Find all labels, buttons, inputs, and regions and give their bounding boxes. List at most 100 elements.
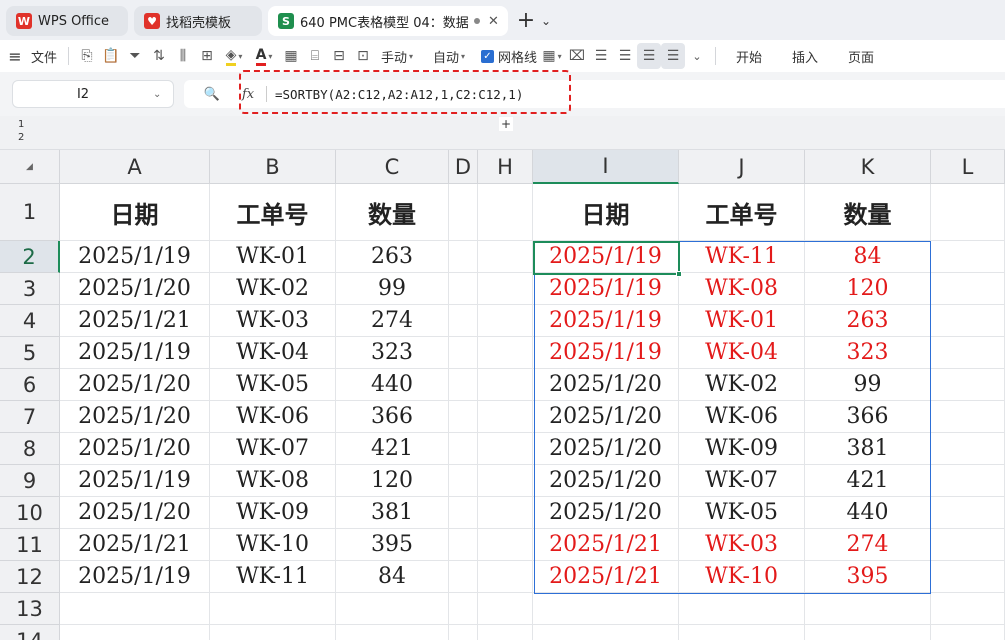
cell-b12[interactable]: WK-11 — [210, 561, 336, 593]
row-header-2[interactable]: 2 — [0, 241, 60, 273]
cell-c6[interactable]: 440 — [336, 369, 449, 401]
row-header-3[interactable]: 3 — [0, 273, 60, 305]
row-header-4[interactable]: 4 — [0, 305, 60, 337]
auto-calc-dropdown[interactable]: 自动 ▾ — [425, 43, 473, 69]
cell-j11[interactable]: WK-03 — [679, 529, 805, 561]
cell-k7[interactable]: 366 — [805, 401, 931, 433]
cell-k11[interactable]: 274 — [805, 529, 931, 561]
cell-d8[interactable] — [449, 433, 478, 465]
table-style-button[interactable]: ▦ ▾ — [539, 43, 565, 69]
align-center-icon[interactable]: ☰ — [637, 43, 661, 69]
row-header-11[interactable]: 11 — [0, 529, 60, 561]
freeze-panes-icon[interactable]: ▦ — [279, 43, 303, 69]
cell-b9[interactable]: WK-08 — [210, 465, 336, 497]
cell-j14[interactable] — [679, 625, 805, 640]
row-header-8[interactable]: 8 — [0, 433, 60, 465]
cell-k12[interactable]: 395 — [805, 561, 931, 593]
cell-j12[interactable]: WK-10 — [679, 561, 805, 593]
cell-l6[interactable] — [931, 369, 1005, 401]
cell-c12[interactable]: 84 — [336, 561, 449, 593]
align-right-icon[interactable]: ☰ — [613, 43, 637, 69]
ribbon-tab-start[interactable]: 开始 — [726, 43, 772, 69]
cell-d2[interactable] — [449, 241, 478, 273]
cell-h11[interactable] — [478, 529, 533, 561]
cell-i2[interactable]: 2025/1/19 — [533, 241, 679, 273]
row-header-12[interactable]: 12 — [0, 561, 60, 593]
column-header-k[interactable]: K — [805, 150, 931, 184]
filter-icon[interactable]: ⏷ — [123, 43, 147, 69]
cell-k8[interactable]: 381 — [805, 433, 931, 465]
row-header-6[interactable]: 6 — [0, 369, 60, 401]
cell-i1[interactable]: 日期 — [533, 184, 679, 241]
cell-l4[interactable] — [931, 305, 1005, 337]
cell-h4[interactable] — [478, 305, 533, 337]
cell-h2[interactable] — [478, 241, 533, 273]
ribbon-tab-page[interactable]: 页面 — [838, 43, 884, 69]
cell-h14[interactable] — [478, 625, 533, 640]
column-header-i[interactable]: I — [533, 150, 679, 184]
cell-l3[interactable] — [931, 273, 1005, 305]
cell-b2[interactable]: WK-01 — [210, 241, 336, 273]
zoom-formula-icon[interactable]: 🔍 — [184, 80, 240, 108]
clear-format-icon[interactable]: ⌧ — [565, 43, 589, 69]
cell-c13[interactable] — [336, 593, 449, 625]
cell-b3[interactable]: WK-02 — [210, 273, 336, 305]
text-to-columns-icon[interactable]: ⫼ — [171, 43, 195, 69]
cell-a9[interactable]: 2025/1/19 — [60, 465, 210, 497]
cell-c14[interactable] — [336, 625, 449, 640]
cell-a13[interactable] — [60, 593, 210, 625]
menu-icon[interactable]: ≡ — [8, 43, 22, 69]
cell-a12[interactable]: 2025/1/19 — [60, 561, 210, 593]
cell-d9[interactable] — [449, 465, 478, 497]
row-header-7[interactable]: 7 — [0, 401, 60, 433]
cell-c7[interactable]: 366 — [336, 401, 449, 433]
formula-bar[interactable]: fx =SORTBY(A2:C12,A2:A12,1,C2:C12,1) — [240, 80, 1005, 108]
cell-k6[interactable]: 99 — [805, 369, 931, 401]
row-col-icon[interactable]: ⊡ — [351, 43, 375, 69]
cell-k14[interactable] — [805, 625, 931, 640]
align-middle-icon[interactable]: ☰ — [661, 43, 685, 69]
cell-h5[interactable] — [478, 337, 533, 369]
cell-c10[interactable]: 381 — [336, 497, 449, 529]
cell-d6[interactable] — [449, 369, 478, 401]
cell-j6[interactable]: WK-02 — [679, 369, 805, 401]
cell-a5[interactable]: 2025/1/19 — [60, 337, 210, 369]
align-left-icon[interactable]: ☰ — [589, 43, 613, 69]
cell-h6[interactable] — [478, 369, 533, 401]
font-color-button[interactable]: A ▾ — [249, 43, 279, 69]
cell-k9[interactable]: 421 — [805, 465, 931, 497]
formula-input[interactable]: =SORTBY(A2:C12,A2:A12,1,C2:C12,1) — [275, 87, 523, 102]
row-header-9[interactable]: 9 — [0, 465, 60, 497]
manual-calc-dropdown[interactable]: 手动 ▾ — [375, 43, 419, 69]
cell-c9[interactable]: 120 — [336, 465, 449, 497]
column-header-b[interactable]: B — [210, 150, 336, 184]
cell-j4[interactable]: WK-01 — [679, 305, 805, 337]
cell-l8[interactable] — [931, 433, 1005, 465]
outline-level-2[interactable]: 2 — [18, 131, 24, 144]
cell-k1[interactable]: 数量 — [805, 184, 931, 241]
cell-c8[interactable]: 421 — [336, 433, 449, 465]
cell-h9[interactable] — [478, 465, 533, 497]
fill-color-button[interactable]: ◈ ▾ — [219, 43, 249, 69]
cell-h12[interactable] — [478, 561, 533, 593]
column-header-l[interactable]: L — [931, 150, 1005, 184]
cell-b1[interactable]: 工单号 — [210, 184, 336, 241]
cell-d5[interactable] — [449, 337, 478, 369]
cell-l9[interactable] — [931, 465, 1005, 497]
cell-j5[interactable]: WK-04 — [679, 337, 805, 369]
sort-icon[interactable]: ⇅ — [147, 43, 171, 69]
cell-l13[interactable] — [931, 593, 1005, 625]
cell-l11[interactable] — [931, 529, 1005, 561]
cell-b4[interactable]: WK-03 — [210, 305, 336, 337]
file-menu[interactable]: 文件 — [26, 43, 62, 69]
cell-a8[interactable]: 2025/1/20 — [60, 433, 210, 465]
cell-d12[interactable] — [449, 561, 478, 593]
cell-h7[interactable] — [478, 401, 533, 433]
row-header-5[interactable]: 5 — [0, 337, 60, 369]
outline-level-1[interactable]: 1 — [18, 118, 24, 131]
cell-h10[interactable] — [478, 497, 533, 529]
select-all-corner[interactable]: ◢ — [0, 150, 60, 184]
row-header-13[interactable]: 13 — [0, 593, 60, 625]
ribbon-tab-insert[interactable]: 插入 — [782, 43, 828, 69]
cell-d1[interactable] — [449, 184, 478, 241]
